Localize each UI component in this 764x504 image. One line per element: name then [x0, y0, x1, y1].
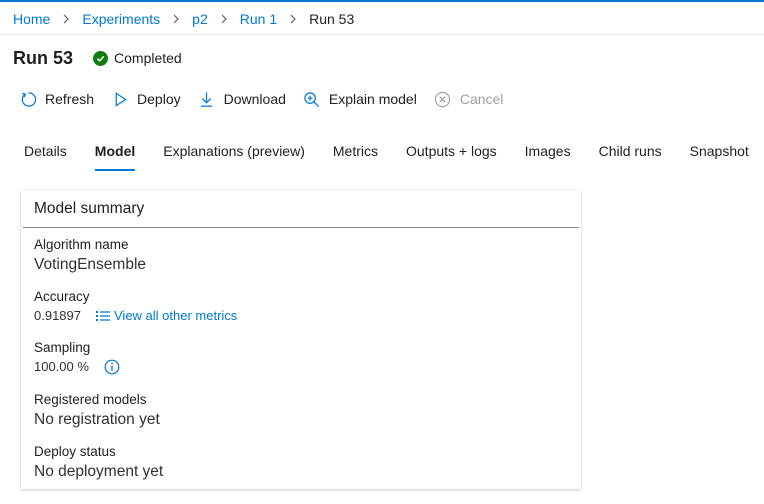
top-accent-line: [0, 0, 764, 2]
registered-models-label: Registered models: [34, 392, 147, 407]
tab-outputs-logs[interactable]: Outputs + logs: [406, 140, 497, 174]
chevron-right-icon: [282, 9, 304, 29]
accuracy-row: 0.91897 View all other metrics: [34, 306, 237, 326]
chevron-right-icon: [165, 9, 187, 29]
download-label: Download: [223, 91, 286, 107]
zoom-in-icon: [303, 90, 321, 108]
breadcrumb-home[interactable]: Home: [13, 11, 50, 27]
explain-model-label: Explain model: [328, 91, 417, 107]
explain-model-button[interactable]: Explain model: [303, 90, 417, 108]
deploy-status-label: Deploy status: [34, 444, 116, 459]
info-icon[interactable]: [104, 359, 120, 375]
tab-model[interactable]: Model: [94, 140, 136, 174]
breadcrumb-experiment[interactable]: p2: [192, 11, 208, 27]
chevron-right-icon: [213, 9, 235, 29]
page-title: Run 53: [13, 47, 74, 68]
cancel-circle-icon: [434, 90, 452, 108]
card-title: Model summary: [23, 190, 579, 228]
cancel-label: Cancel: [459, 91, 504, 107]
status-badge: Completed: [93, 50, 182, 66]
command-bar: Refresh Deploy Download Explain model Ca…: [19, 88, 520, 110]
tab-details[interactable]: Details: [24, 140, 67, 174]
tab-bar: Details Model Explanations (preview) Met…: [24, 140, 749, 174]
sampling-value: 100.00 %: [34, 359, 89, 374]
refresh-icon: [19, 90, 37, 108]
view-all-metrics-label: View all other metrics: [114, 308, 238, 323]
deploy-status-value: No deployment yet: [34, 463, 164, 480]
download-icon: [198, 90, 216, 108]
play-icon: [111, 90, 129, 108]
breadcrumb-experiments[interactable]: Experiments: [82, 11, 160, 27]
registered-models-value: No registration yet: [34, 411, 160, 428]
tab-images[interactable]: Images: [525, 140, 571, 174]
tab-metrics[interactable]: Metrics: [333, 140, 378, 174]
chevron-right-icon: [55, 9, 77, 29]
model-summary-card: Model summary Algorithm name VotingEnsem…: [21, 190, 581, 489]
refresh-button[interactable]: Refresh: [19, 90, 94, 108]
breadcrumb-parent-run[interactable]: Run 1: [240, 11, 277, 27]
header-divider: [0, 34, 764, 35]
breadcrumb-current: Run 53: [309, 11, 355, 27]
status-text: Completed: [114, 50, 182, 66]
accuracy-label: Accuracy: [34, 289, 90, 304]
deploy-label: Deploy: [137, 91, 181, 107]
registered-models-field: Registered models No registration yet: [34, 391, 160, 431]
tab-snapshot[interactable]: Snapshot: [690, 140, 749, 174]
list-icon: [96, 311, 110, 321]
deploy-status-field: Deploy status No deployment yet: [34, 443, 163, 483]
sampling-row: 100.00 %: [34, 357, 120, 377]
algorithm-value: VotingEnsemble: [34, 256, 147, 273]
title-row: Run 53 Completed: [13, 46, 182, 70]
algorithm-label: Algorithm name: [34, 237, 129, 252]
cancel-button[interactable]: Cancel: [434, 90, 504, 108]
refresh-label: Refresh: [45, 91, 95, 107]
check-circle-icon: [93, 50, 109, 66]
algorithm-field: Algorithm name VotingEnsemble: [34, 236, 146, 276]
breadcrumb: Home Experiments p2 Run 1 Run 53: [13, 9, 354, 29]
tab-explanations[interactable]: Explanations (preview): [163, 140, 305, 174]
deploy-button[interactable]: Deploy: [111, 90, 181, 108]
accuracy-field: Accuracy 0.91897 View all other metrics: [34, 288, 237, 326]
sampling-label: Sampling: [34, 340, 91, 355]
view-all-metrics-link[interactable]: View all other metrics: [96, 306, 237, 326]
sampling-field: Sampling 100.00 %: [34, 339, 120, 377]
download-button[interactable]: Download: [198, 90, 286, 108]
tab-child-runs[interactable]: Child runs: [599, 140, 662, 174]
accuracy-value: 0.91897: [34, 308, 81, 323]
